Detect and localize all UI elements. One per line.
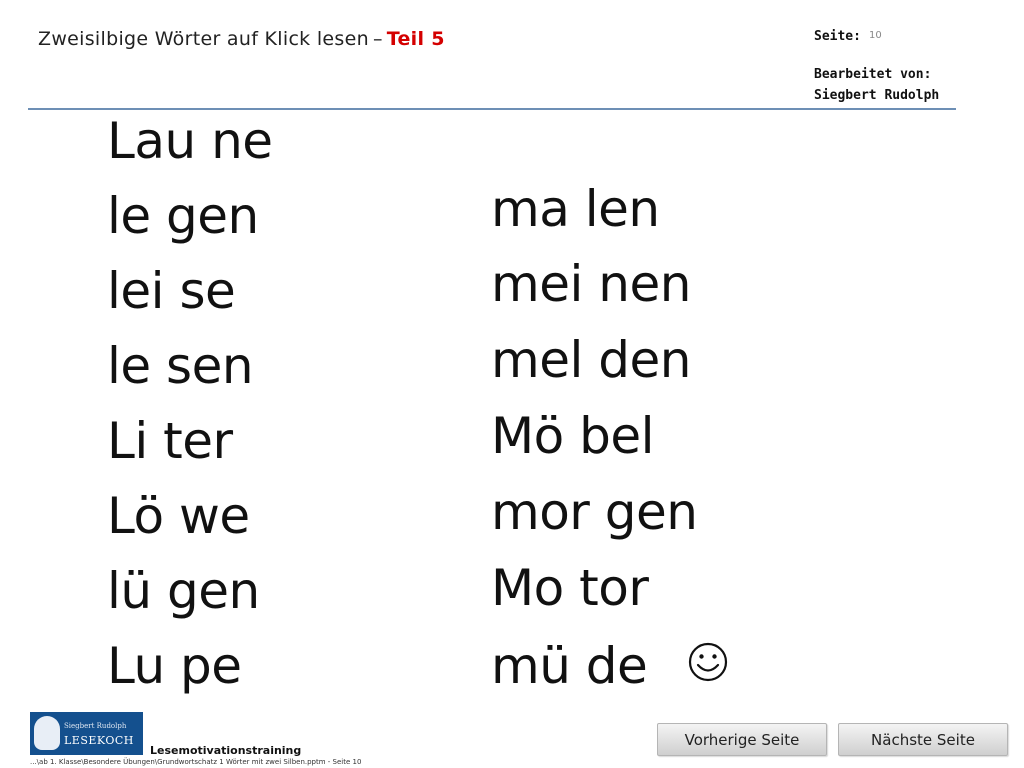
word-left-8: Lu pe: [107, 637, 242, 695]
word-right-3: mel den: [491, 331, 691, 389]
word-left-1: Lau ne: [107, 112, 273, 170]
title-main: Zweisilbige Wörter auf Klick lesen: [38, 28, 369, 50]
word-right-4: Mö bel: [491, 407, 655, 465]
footer-label: Lesemotivationstraining: [150, 744, 302, 757]
word-left-5: Li ter: [107, 412, 233, 470]
word-right-1: ma len: [491, 180, 660, 238]
header-divider: [28, 108, 956, 110]
word-left-4: le sen: [107, 337, 254, 395]
editor-label: Bearbeitet von:: [814, 67, 932, 82]
smiley-face-icon: [688, 642, 728, 682]
title-dash: –: [372, 28, 383, 50]
page-title: Zweisilbige Wörter auf Klick lesen – Teil …: [38, 28, 445, 50]
footer-file-path: ...\ab 1. Klasse\Besondere Übungen\Grund…: [30, 758, 362, 766]
word-left-2: le gen: [107, 187, 259, 245]
editor-name: Siegbert Rudolph: [814, 88, 940, 103]
word-right-6: Mo tor: [491, 559, 649, 617]
page-label: Seite:: [814, 29, 861, 44]
page-number: 10: [869, 30, 882, 41]
logo-brand: LESEKOCH: [64, 734, 134, 747]
previous-page-button[interactable]: Vorherige Seite: [657, 723, 827, 756]
word-left-6: Lö we: [107, 487, 250, 545]
word-right-5: mor gen: [491, 483, 698, 541]
lesekoch-logo: Siegbert Rudolph LESEKOCH: [30, 712, 143, 755]
word-right-2: mei nen: [491, 255, 691, 313]
title-part: Teil 5: [386, 28, 445, 50]
logo-author: Siegbert Rudolph: [64, 722, 127, 730]
word-left-3: lei se: [107, 262, 236, 320]
lightbulb-icon: [34, 716, 60, 750]
word-left-7: lü gen: [107, 562, 260, 620]
word-right-7: mü de: [491, 637, 648, 695]
next-page-button[interactable]: Nächste Seite: [838, 723, 1008, 756]
